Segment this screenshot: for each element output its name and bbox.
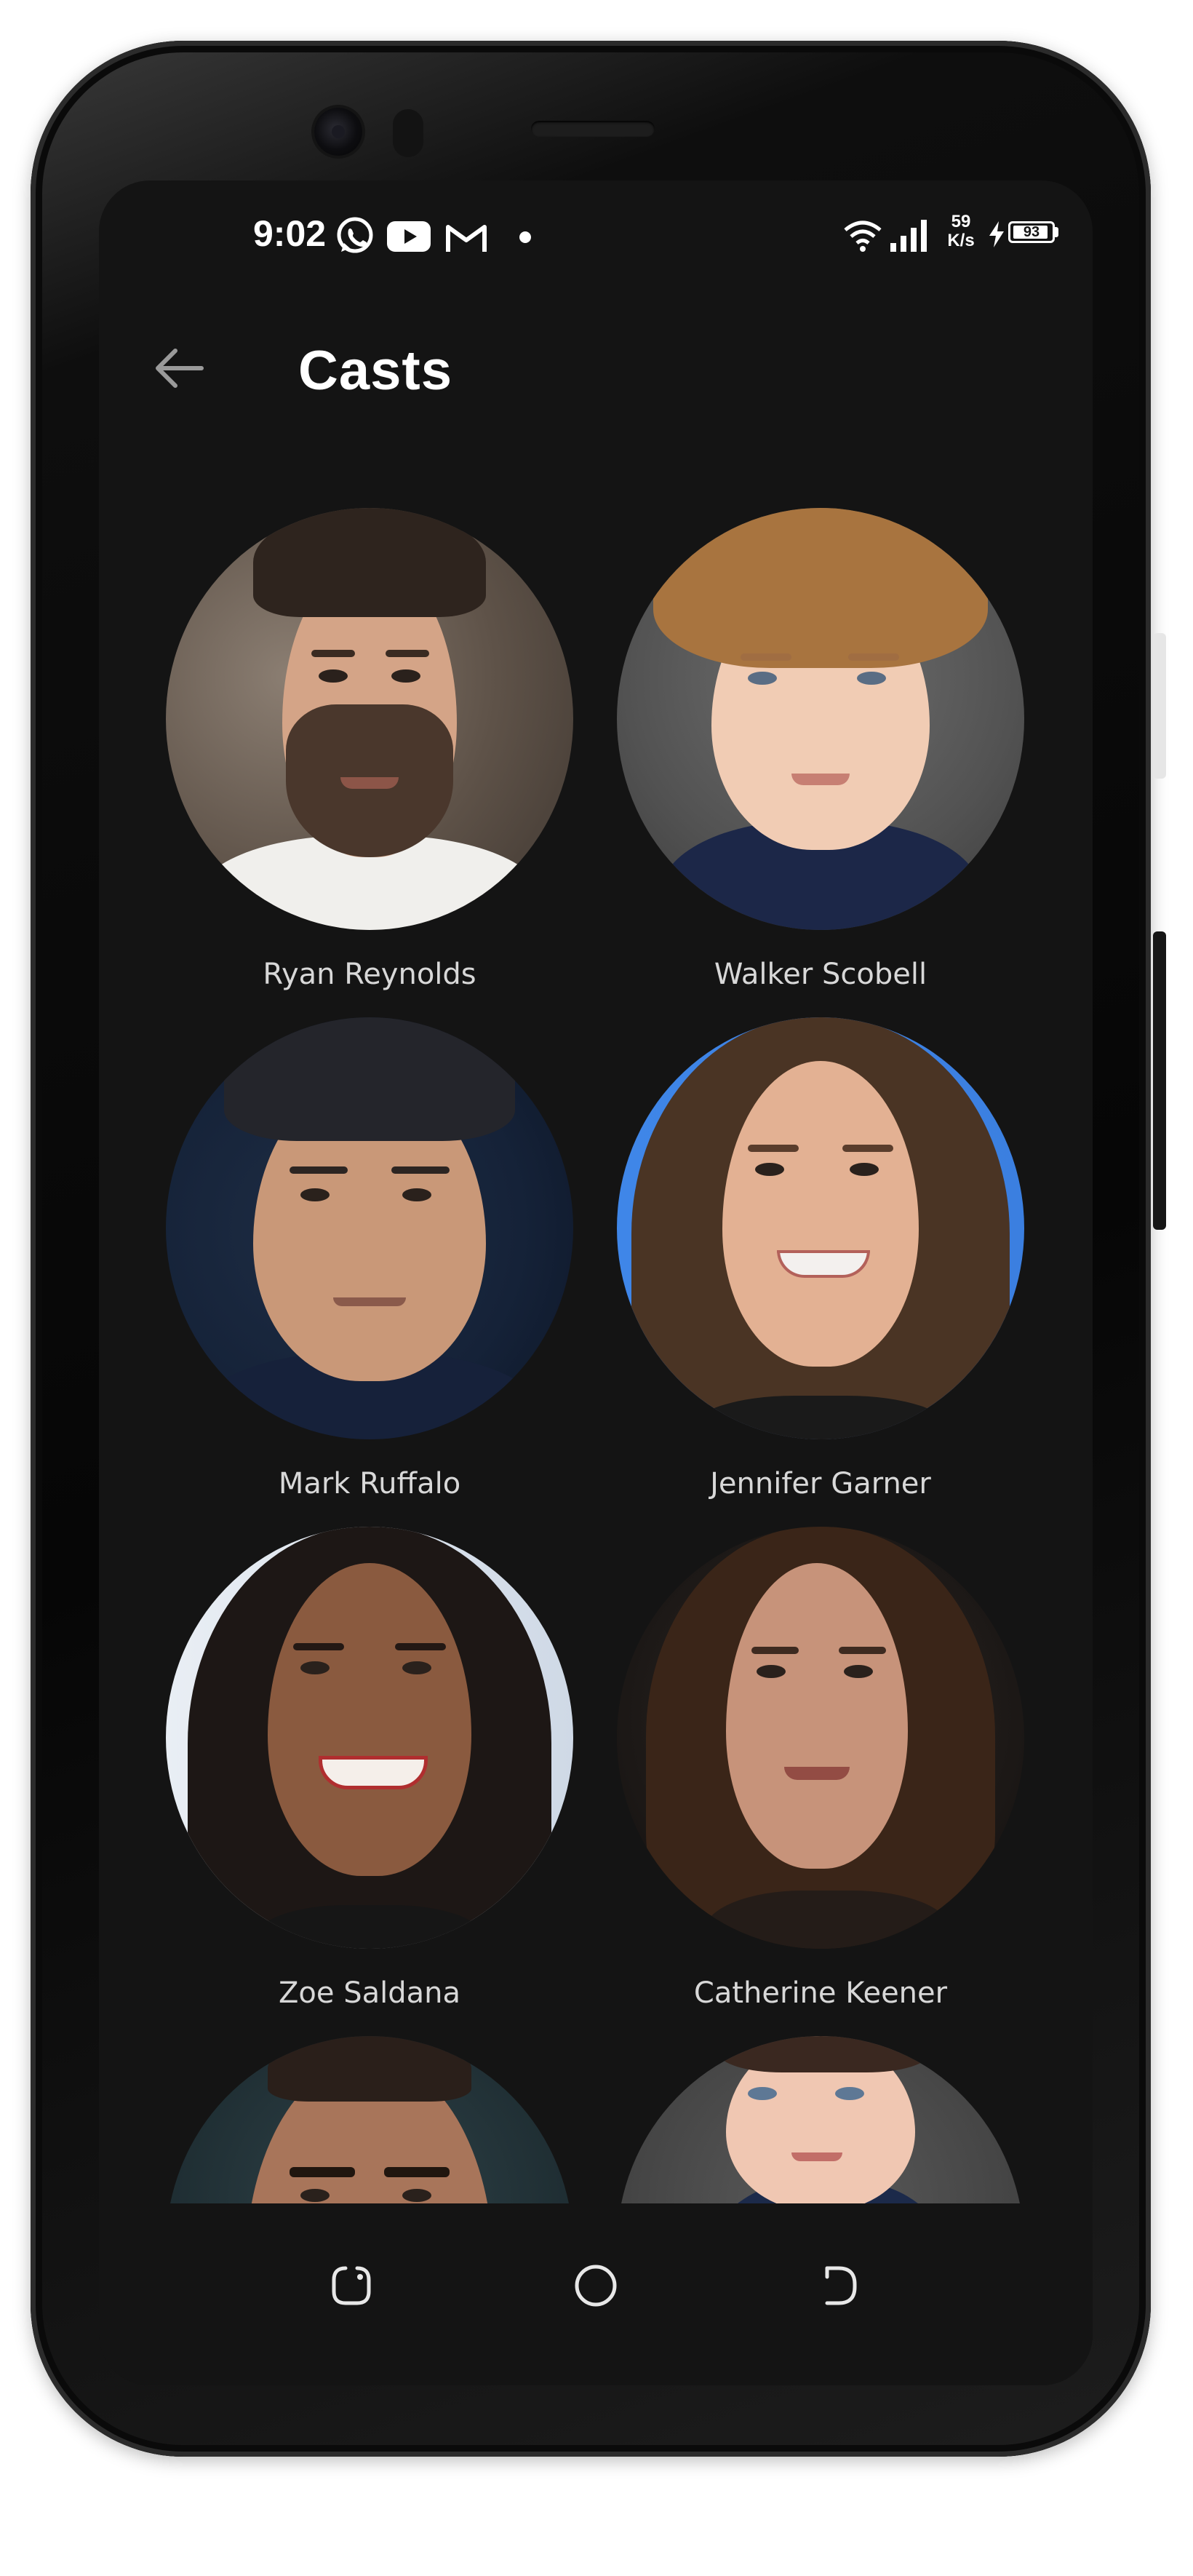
cast-photo [617,1527,1024,1949]
battery-indicator: 93 [1008,221,1055,243]
proximity-sensor [393,109,423,157]
front-camera [314,108,362,156]
cast-card-row4-right[interactable] [617,2036,1024,2203]
cast-photo [617,508,1024,930]
whatsapp-icon [335,215,375,256]
navigation-bar [99,2203,1093,2385]
battery-tip [1054,227,1058,237]
earpiece-speaker [531,121,655,137]
volume-button [1153,633,1166,779]
arrow-left-icon [153,346,204,393]
cast-card-zoe-saldana[interactable]: Zoe Saldana [166,1527,573,2010]
cast-card-jennifer-garner[interactable]: Jennifer Garner [617,1017,1024,1500]
cast-card-row4-left[interactable] [166,2036,573,2203]
network-speed-unit: K/s [947,231,975,250]
cast-card-mark-ruffalo[interactable]: Mark Ruffalo [166,1017,573,1500]
cast-card-catherine-keener[interactable]: Catherine Keener [617,1527,1024,2010]
cast-photo [166,508,573,930]
youtube-icon [387,221,431,252]
status-time: 9:02 [253,213,327,254]
cast-photo [617,2036,1024,2203]
status-bar: 9:02 59 K/s 93 [99,180,1093,261]
power-button [1153,931,1166,1230]
system-back-button[interactable] [800,2247,880,2327]
home-button[interactable] [556,2247,636,2327]
cast-name: Jennifer Garner [710,1467,931,1500]
page-title: Casts [298,340,452,402]
cast-card-ryan-reynolds[interactable]: Ryan Reynolds [166,508,573,991]
charging-icon [988,221,1005,247]
more-notifications-dot [519,231,531,243]
app-bar: Casts [99,311,1093,428]
back-icon [817,2262,863,2312]
screen: 9:02 59 K/s 93 Casts Ryan Reynolds Walke… [99,180,1093,2385]
network-speed: 59 K/s [935,212,986,250]
battery-level: 93 [1023,224,1040,240]
signal-icon [890,220,931,252]
cast-grid: Ryan Reynolds Walker Scobell Mark Ruffal… [99,508,1093,2203]
cast-name: Zoe Saldana [279,1976,460,2010]
back-button[interactable] [143,333,215,406]
cast-name: Catherine Keener [693,1976,948,2010]
wifi-icon [844,220,882,252]
gmail-icon [445,223,487,253]
cast-photo [617,1017,1024,1439]
cast-photo [166,2036,573,2203]
recent-apps-icon [328,2262,375,2312]
cast-photo [166,1017,573,1439]
home-icon [572,2262,619,2312]
network-speed-value: 59 [951,212,971,231]
cast-card-walker-scobell[interactable]: Walker Scobell [617,508,1024,991]
cast-photo [166,1527,573,1949]
cast-name: Ryan Reynolds [263,958,476,991]
cast-name: Walker Scobell [714,958,927,991]
cast-name: Mark Ruffalo [278,1467,461,1500]
recent-apps-button[interactable] [311,2247,391,2327]
